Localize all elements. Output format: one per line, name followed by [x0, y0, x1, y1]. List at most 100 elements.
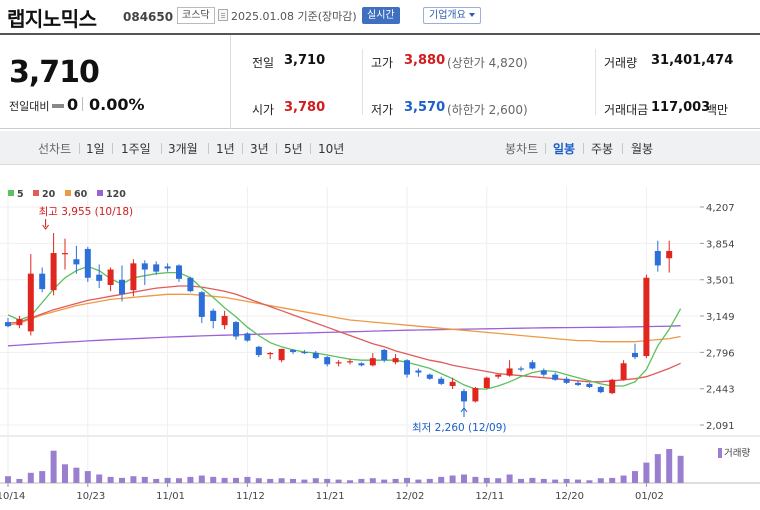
candle-down	[540, 370, 547, 375]
divider	[595, 49, 596, 115]
candle-up	[495, 374, 502, 377]
candle-up	[449, 381, 456, 386]
divider	[242, 143, 243, 154]
legend-label-60: 60	[74, 189, 88, 200]
volume-bar	[529, 477, 536, 483]
volume-bar	[164, 477, 171, 483]
candle-up	[506, 368, 513, 376]
volume-legend-label: 거래량	[724, 447, 750, 459]
x-tick-label: 12/20	[555, 491, 584, 502]
candle-down	[563, 378, 570, 383]
legend-swatch-20	[33, 190, 39, 196]
candle-down	[358, 363, 365, 366]
period-5y[interactable]: 5년	[284, 140, 303, 157]
candle-up	[16, 318, 23, 326]
volume-bar	[96, 474, 103, 483]
volume-bar	[632, 471, 638, 483]
candle-down	[119, 279, 125, 295]
candle-down	[210, 310, 217, 322]
amount-unit: 백만	[706, 103, 729, 117]
volume-bar	[255, 478, 262, 483]
volume-bar	[50, 450, 57, 483]
volume-bar	[301, 479, 308, 483]
volume-bar	[426, 478, 433, 483]
period-10y[interactable]: 10년	[318, 140, 344, 157]
volume-bar	[119, 477, 125, 483]
prev-close-value: 3,710	[284, 53, 326, 68]
candle-up	[335, 362, 342, 364]
low-label: 저가	[371, 103, 394, 117]
volume-bar	[312, 478, 319, 483]
volume-bar	[27, 472, 34, 483]
candle-up	[50, 253, 57, 291]
volume-bar	[221, 477, 228, 483]
x-tick-label: 11/01	[156, 491, 185, 502]
x-tick-label: 12/02	[396, 491, 425, 502]
candle-chart-label[interactable]: 봉차트	[505, 140, 538, 157]
candle-down	[84, 248, 91, 278]
x-tick-label: 10/23	[76, 491, 105, 502]
candle-down	[153, 264, 160, 272]
volume-bar	[369, 478, 376, 483]
volume-bar	[518, 478, 524, 483]
volume-bar	[39, 471, 46, 483]
document-icon	[218, 9, 228, 21]
candle-weekly[interactable]: 주봉	[591, 140, 613, 157]
candle-up	[278, 348, 285, 361]
candle-down	[187, 277, 194, 292]
candle-up	[472, 388, 479, 402]
volume-bar	[290, 478, 296, 483]
volume-bar	[62, 464, 68, 483]
candle-up	[643, 277, 650, 357]
volume-bar	[404, 477, 410, 483]
candlestick-chart[interactable]: 10/14 10/23 11/01 11/12 11/21 12/02 12/11 12/20…	[0, 165, 760, 510]
candle-down	[426, 374, 433, 379]
corp-info-dropdown[interactable]: 기업개요	[423, 7, 481, 24]
legend-swatch-60	[65, 190, 71, 196]
legend-label-20: 20	[42, 189, 56, 200]
candle-up	[620, 363, 627, 380]
low-value: 3,570	[404, 100, 446, 115]
candle-monthly[interactable]: 월봉	[631, 140, 653, 157]
volume-bar	[506, 474, 513, 483]
period-1y[interactable]: 1년	[216, 140, 235, 157]
volume-bar	[141, 476, 148, 483]
chevron-down-icon	[468, 13, 475, 17]
high-annotation: 최고 3,955 (10/18)	[39, 206, 134, 218]
candle-down	[198, 292, 205, 317]
period-1d[interactable]: 1일	[86, 140, 105, 157]
divider	[208, 143, 209, 154]
volume-bar	[198, 475, 205, 483]
period-3m[interactable]: 3개월	[168, 140, 198, 157]
legend-swatch-5	[8, 190, 14, 196]
volume-bar	[233, 477, 239, 483]
volume-bar	[483, 477, 490, 483]
volume-bar	[540, 478, 547, 483]
candle-down	[301, 351, 308, 354]
y-tick-label: 4,207	[706, 203, 735, 214]
ma60-line	[7, 293, 681, 343]
divider	[82, 97, 83, 111]
line-chart-label[interactable]: 선차트	[38, 140, 71, 157]
volume-bar	[381, 479, 388, 483]
y-tick-label: 3,501	[706, 276, 735, 287]
candle-down	[586, 383, 593, 387]
volume-bar	[597, 478, 604, 483]
candle-daily[interactable]: 일봉	[553, 140, 575, 157]
volume-bar	[153, 478, 160, 483]
quote-panel: 3,710 전일대비 0 0.00% 전일 3,710 시가 3,780 고가 …	[0, 33, 760, 129]
candle-down	[244, 333, 251, 341]
candle-up	[62, 253, 68, 255]
period-3y[interactable]: 3년	[250, 140, 269, 157]
x-tick-label: 11/12	[236, 491, 265, 502]
period-1w[interactable]: 1주일	[121, 140, 151, 157]
volume-bar	[107, 476, 114, 483]
volume-bar	[267, 478, 274, 483]
volume-bar	[187, 476, 194, 483]
volume-bar	[666, 449, 673, 483]
low-annotation: 최저 2,260 (12/09)	[412, 422, 507, 434]
stock-header: 랩지노믹스 084650 코스닥 2025.01.08 기준(장마감) 실시간 …	[0, 0, 760, 33]
x-tick-label: 01/02	[635, 491, 664, 502]
realtime-button[interactable]: 실시간	[362, 7, 400, 24]
divider	[79, 143, 80, 154]
